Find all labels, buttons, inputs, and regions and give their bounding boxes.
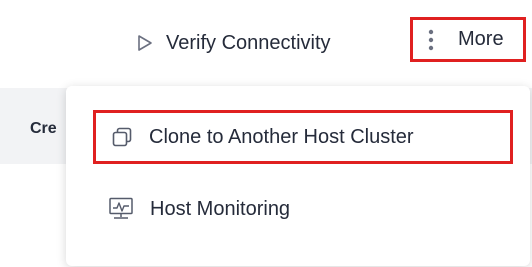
menu-item-host-monitoring[interactable]: Host Monitoring [108,194,290,224]
menu-item-host-monitoring-label: Host Monitoring [150,197,291,220]
page: Verify Connectivity More Cre Clone to An… [0,0,532,267]
table-column-header: Cre [30,120,57,137]
monitor-icon [108,197,134,221]
menu-item-clone-label: Clone to Another Host Cluster [149,125,414,148]
verify-connectivity-button[interactable]: Verify Connectivity [136,28,331,58]
verify-connectivity-label: Verify Connectivity [166,31,331,54]
clone-icon [112,127,132,147]
menu-item-clone-to-another-host-cluster[interactable]: Clone to Another Host Cluster [93,110,513,164]
more-button[interactable]: More [410,17,526,62]
vertical-ellipsis-icon [424,28,438,52]
play-icon [136,34,154,52]
more-label: More [458,28,504,50]
